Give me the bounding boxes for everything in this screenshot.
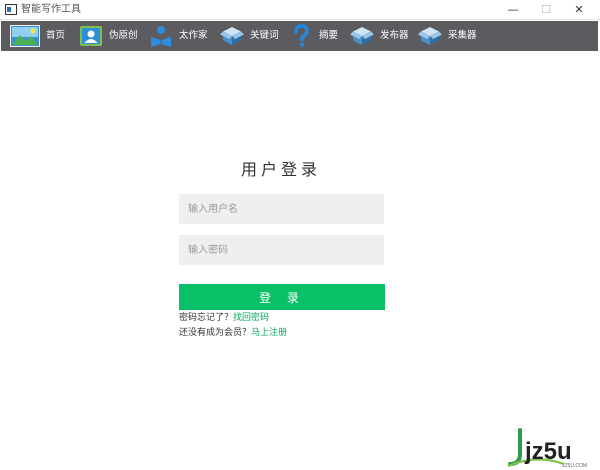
landscape-icon xyxy=(10,25,40,47)
box-icon xyxy=(418,24,442,48)
window-title: 智能写作工具 xyxy=(21,3,81,17)
toolbar-label: 伪原创 xyxy=(109,21,138,51)
toolbar-item-collector[interactable]: 采集器 xyxy=(418,21,477,51)
reader-icon xyxy=(149,24,173,48)
contacts-icon xyxy=(79,24,103,48)
toolbar-item-summary[interactable]: 摘要 xyxy=(289,21,338,51)
title-bar: 智能写作工具 — ☐ ✕ xyxy=(0,0,600,20)
close-button[interactable]: ✕ xyxy=(564,0,594,20)
toolbar-item-rewrite[interactable]: 伪原创 xyxy=(79,21,138,51)
toolbar-label: 摘要 xyxy=(319,21,338,51)
register-line: 还没有成为会员？马上注册 xyxy=(179,327,287,339)
minimize-button[interactable]: — xyxy=(498,0,528,20)
forgot-password-line: 密码忘记了？找回密码 xyxy=(179,312,269,324)
recover-password-link[interactable]: 找回密码 xyxy=(233,313,269,323)
toolbar-item-keywords[interactable]: 关键词 xyxy=(220,21,279,51)
app-icon xyxy=(5,4,17,15)
login-title: 用户登录 xyxy=(0,156,562,180)
forgot-password-text: 密码忘记了？ xyxy=(179,313,233,323)
watermark-logo: jz5u JZ5U.COM xyxy=(506,424,598,470)
watermark-subtext: JZ5U.COM xyxy=(562,463,587,469)
toolbar-item-home[interactable]: 首页 xyxy=(10,21,65,51)
app-window: 智能写作工具 — ☐ ✕ 首页 伪原创 xyxy=(0,0,600,470)
toolbar-label: 太作家 xyxy=(179,21,208,51)
login-button[interactable]: 登 录 xyxy=(179,284,385,310)
toolbar-label: 关键词 xyxy=(250,21,279,51)
maximize-button[interactable]: ☐ xyxy=(531,0,561,20)
username-input[interactable] xyxy=(179,194,384,224)
main-toolbar: 首页 伪原创 太作家 xyxy=(1,21,598,51)
toolbar-item-writer[interactable]: 太作家 xyxy=(149,21,208,51)
toolbar-label: 发布器 xyxy=(380,21,409,51)
toolbar-item-publisher[interactable]: 发布器 xyxy=(350,21,409,51)
toolbar-label: 采集器 xyxy=(448,21,477,51)
register-link[interactable]: 马上注册 xyxy=(251,328,287,338)
password-input[interactable] xyxy=(179,235,384,265)
question-icon xyxy=(289,24,313,48)
toolbar-label: 首页 xyxy=(46,21,65,51)
box-icon xyxy=(220,24,244,48)
register-text: 还没有成为会员？ xyxy=(179,328,251,338)
watermark-text: jz5u xyxy=(524,438,572,465)
box-icon xyxy=(350,24,374,48)
